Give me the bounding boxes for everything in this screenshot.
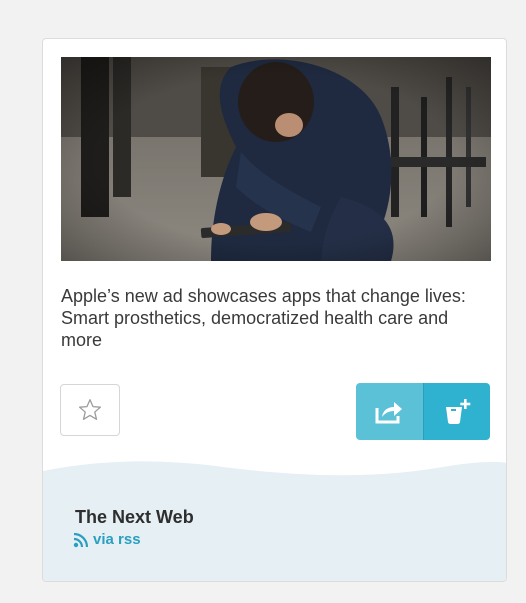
star-outline-icon — [78, 399, 102, 420]
share-arrow-icon — [375, 401, 403, 423]
via-label: via rss — [93, 531, 141, 548]
save-button[interactable] — [60, 384, 120, 436]
via-link[interactable]: via rss — [73, 531, 141, 548]
article-headline[interactable]: Apple’s new ad showcases apps that chang… — [61, 285, 481, 351]
article-card: Apple’s new ad showcases apps that chang… — [42, 38, 507, 582]
action-button-group — [356, 383, 490, 440]
source-footer: The Next Web via rss — [43, 459, 506, 581]
collect-button[interactable] — [422, 383, 490, 440]
share-button[interactable] — [356, 383, 423, 440]
rss-icon — [73, 532, 89, 547]
source-name[interactable]: The Next Web — [75, 507, 194, 528]
add-to-bucket-icon — [445, 398, 471, 424]
article-image[interactable] — [61, 57, 491, 261]
